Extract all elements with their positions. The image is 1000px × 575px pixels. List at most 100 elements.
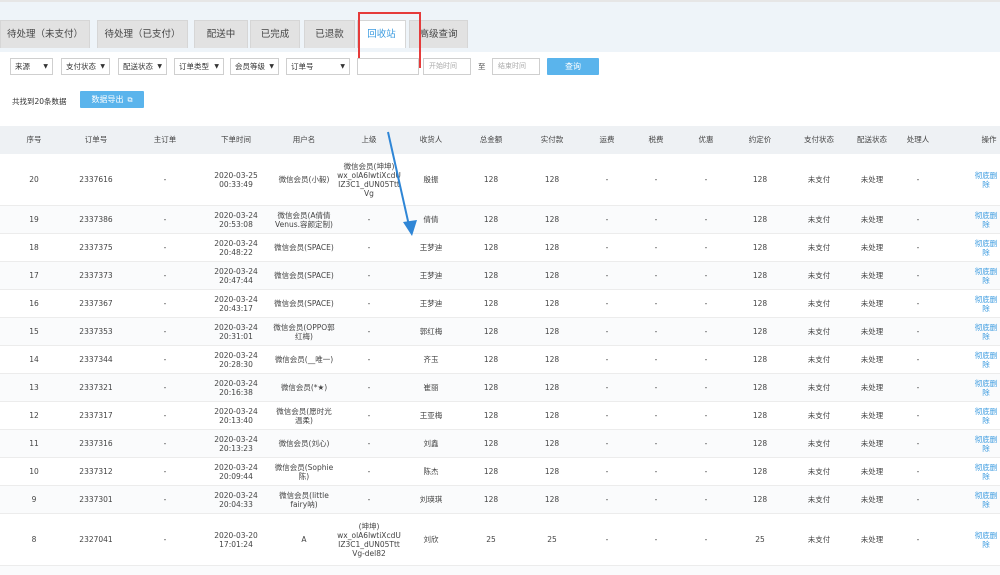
column-header: 运费 (599, 135, 615, 144)
delete-link[interactable]: 彻底删除 (972, 402, 1000, 429)
column-header: 总金额 (479, 135, 503, 144)
end-time-input[interactable]: 结束时间 (492, 58, 540, 75)
column-header: 优惠 (698, 135, 714, 144)
cell-user: 微信会员(A倩倩 Venus.容颜定制) (275, 210, 333, 229)
cell-user: 微信会员(SPACE) (274, 299, 334, 308)
column-header: 处理人 (906, 135, 930, 144)
cell-handler: - (916, 411, 920, 420)
cell-order: 2337353 (79, 327, 113, 336)
delete-link[interactable]: 彻底删除 (972, 262, 1000, 289)
source-select[interactable]: 来源 ▼ (10, 58, 53, 75)
column-header: 主订单 (153, 135, 177, 144)
cell-paid: 128 (544, 383, 560, 392)
tab-4[interactable]: 已退款 (304, 20, 355, 48)
search-button[interactable]: 查询 (547, 58, 599, 75)
cell-freight: - (605, 535, 609, 544)
delete-link[interactable]: 彻底删除 (972, 346, 1000, 373)
cell-receiver: 陈杰 (423, 467, 439, 476)
cell-user: 微信会员(小毅) (278, 175, 330, 184)
cell-receiver (403, 566, 459, 575)
cell-time: 2020-03-25 00:33:49 (214, 170, 258, 189)
cell-seq: 10 (29, 467, 39, 476)
cell-discount: - (704, 355, 708, 364)
cell-time: 2020-03-18 (208, 566, 264, 575)
order-field-select[interactable]: 订单号 ▼ (286, 58, 350, 75)
start-time-input[interactable]: 开始时间 (423, 58, 471, 75)
delete-link[interactable] (972, 566, 1000, 575)
delivery-status-select[interactable]: 配送状态 ▼ (118, 58, 167, 75)
cell-receiver: 王梦迪 (419, 299, 443, 308)
delete-link[interactable]: 彻底删除 (972, 458, 1000, 485)
cell-user: 微信会员(OPPO郭 红梅) (273, 322, 335, 341)
cell-pay: 未支付 (807, 327, 831, 336)
cell-seq: 7 (6, 566, 62, 575)
cell-user: A (301, 535, 307, 544)
cell-seq: 13 (29, 383, 39, 392)
cell-seq: 12 (29, 411, 39, 420)
cell-time: 2020-03-24 20:43:17 (214, 294, 258, 313)
export-button-label: 数据导出 (91, 95, 124, 104)
cell-seq: 8 (31, 535, 37, 544)
cell-paid: 128 (544, 243, 560, 252)
delete-link[interactable]: 彻底删除 (972, 234, 1000, 261)
filter-bar: 来源 ▼ 支付状态 ▼ 配送状态 ▼ 订单类型 ▼ 会员等级 ▼ 订单号 ▼ 开始时间 至 … (0, 58, 1000, 78)
delete-link[interactable]: 彻底删除 (972, 154, 1000, 205)
delete-link[interactable]: 彻底删除 (972, 430, 1000, 457)
cell-total: 128 (483, 355, 499, 364)
cell-pay: 未支付 (807, 383, 831, 392)
cell-total: 128 (483, 243, 499, 252)
cell-main: - (163, 175, 167, 184)
table-row: 8 2327041 - 2020-03-20 17:01:24 A (坤坤) wx_olA… (0, 514, 1000, 566)
delete-link[interactable]: 彻底删除 (972, 486, 1000, 513)
delete-link[interactable]: 彻底删除 (972, 318, 1000, 345)
cell-receiver: 王梦迪 (419, 271, 443, 280)
cell-main: - (163, 411, 167, 420)
column-header: 配送状态 (857, 135, 887, 144)
cell-total: 128 (483, 299, 499, 308)
cell-time: 2020-03-24 20:04:33 (214, 490, 258, 509)
tab-0[interactable]: 待处理（未支付） (0, 20, 90, 48)
table-row: 14 2337344 - 2020-03-24 20:28:30 微信会员(__唯一) -… (0, 346, 1000, 374)
to-label: 至 (478, 62, 486, 71)
cell-pay (791, 566, 847, 575)
export-button[interactable]: 数据导出 ⧉ (80, 91, 144, 108)
cell-pay: 未支付 (807, 355, 831, 364)
cell-tax: - (654, 175, 658, 184)
member-level-select[interactable]: 会员等级 ▼ (230, 58, 279, 75)
column-header: 上级 (361, 135, 377, 144)
delete-link[interactable]: 彻底删除 (972, 374, 1000, 401)
cell-total: 128 (483, 467, 499, 476)
cell-freight: - (605, 175, 609, 184)
cell-main: - (163, 495, 167, 504)
cell-pay: 未支付 (807, 243, 831, 252)
result-count: 共找到20条数据 (12, 97, 67, 106)
cell-handler (890, 566, 946, 575)
cell-main: - (163, 439, 167, 448)
tab-1[interactable]: 待处理（已支付） (97, 20, 188, 48)
cell-discount: - (704, 383, 708, 392)
cell-agreed: 128 (752, 495, 768, 504)
cell-freight: - (605, 327, 609, 336)
tab-3[interactable]: 已完成 (250, 20, 300, 48)
cell-paid: 128 (544, 299, 560, 308)
cell-freight: - (605, 355, 609, 364)
cell-paid: 128 (544, 355, 560, 364)
delete-link[interactable]: 彻底删除 (972, 206, 1000, 233)
cell-parent (337, 566, 401, 575)
cell-agreed: 128 (752, 175, 768, 184)
cell-main: - (163, 327, 167, 336)
cell-parent: - (367, 467, 371, 476)
order-type-select[interactable]: 订单类型 ▼ (174, 58, 224, 75)
cell-handler: - (916, 495, 920, 504)
cell-tax: - (654, 383, 658, 392)
cell-discount: - (704, 327, 708, 336)
keyword-input[interactable] (357, 58, 419, 75)
cell-seq: 19 (29, 215, 39, 224)
delete-link[interactable]: 彻底删除 (972, 290, 1000, 317)
tab-2[interactable]: 配送中 (194, 20, 248, 48)
delete-link[interactable]: 彻底删除 (972, 514, 1000, 565)
cell-receiver: 王梦迪 (419, 243, 443, 252)
table-row: 10 2337312 - 2020-03-24 20:09:44 微信会员(Sophie… (0, 458, 1000, 486)
pay-status-select[interactable]: 支付状态 ▼ (61, 58, 110, 75)
cell-receiver: 郭红梅 (419, 327, 443, 336)
